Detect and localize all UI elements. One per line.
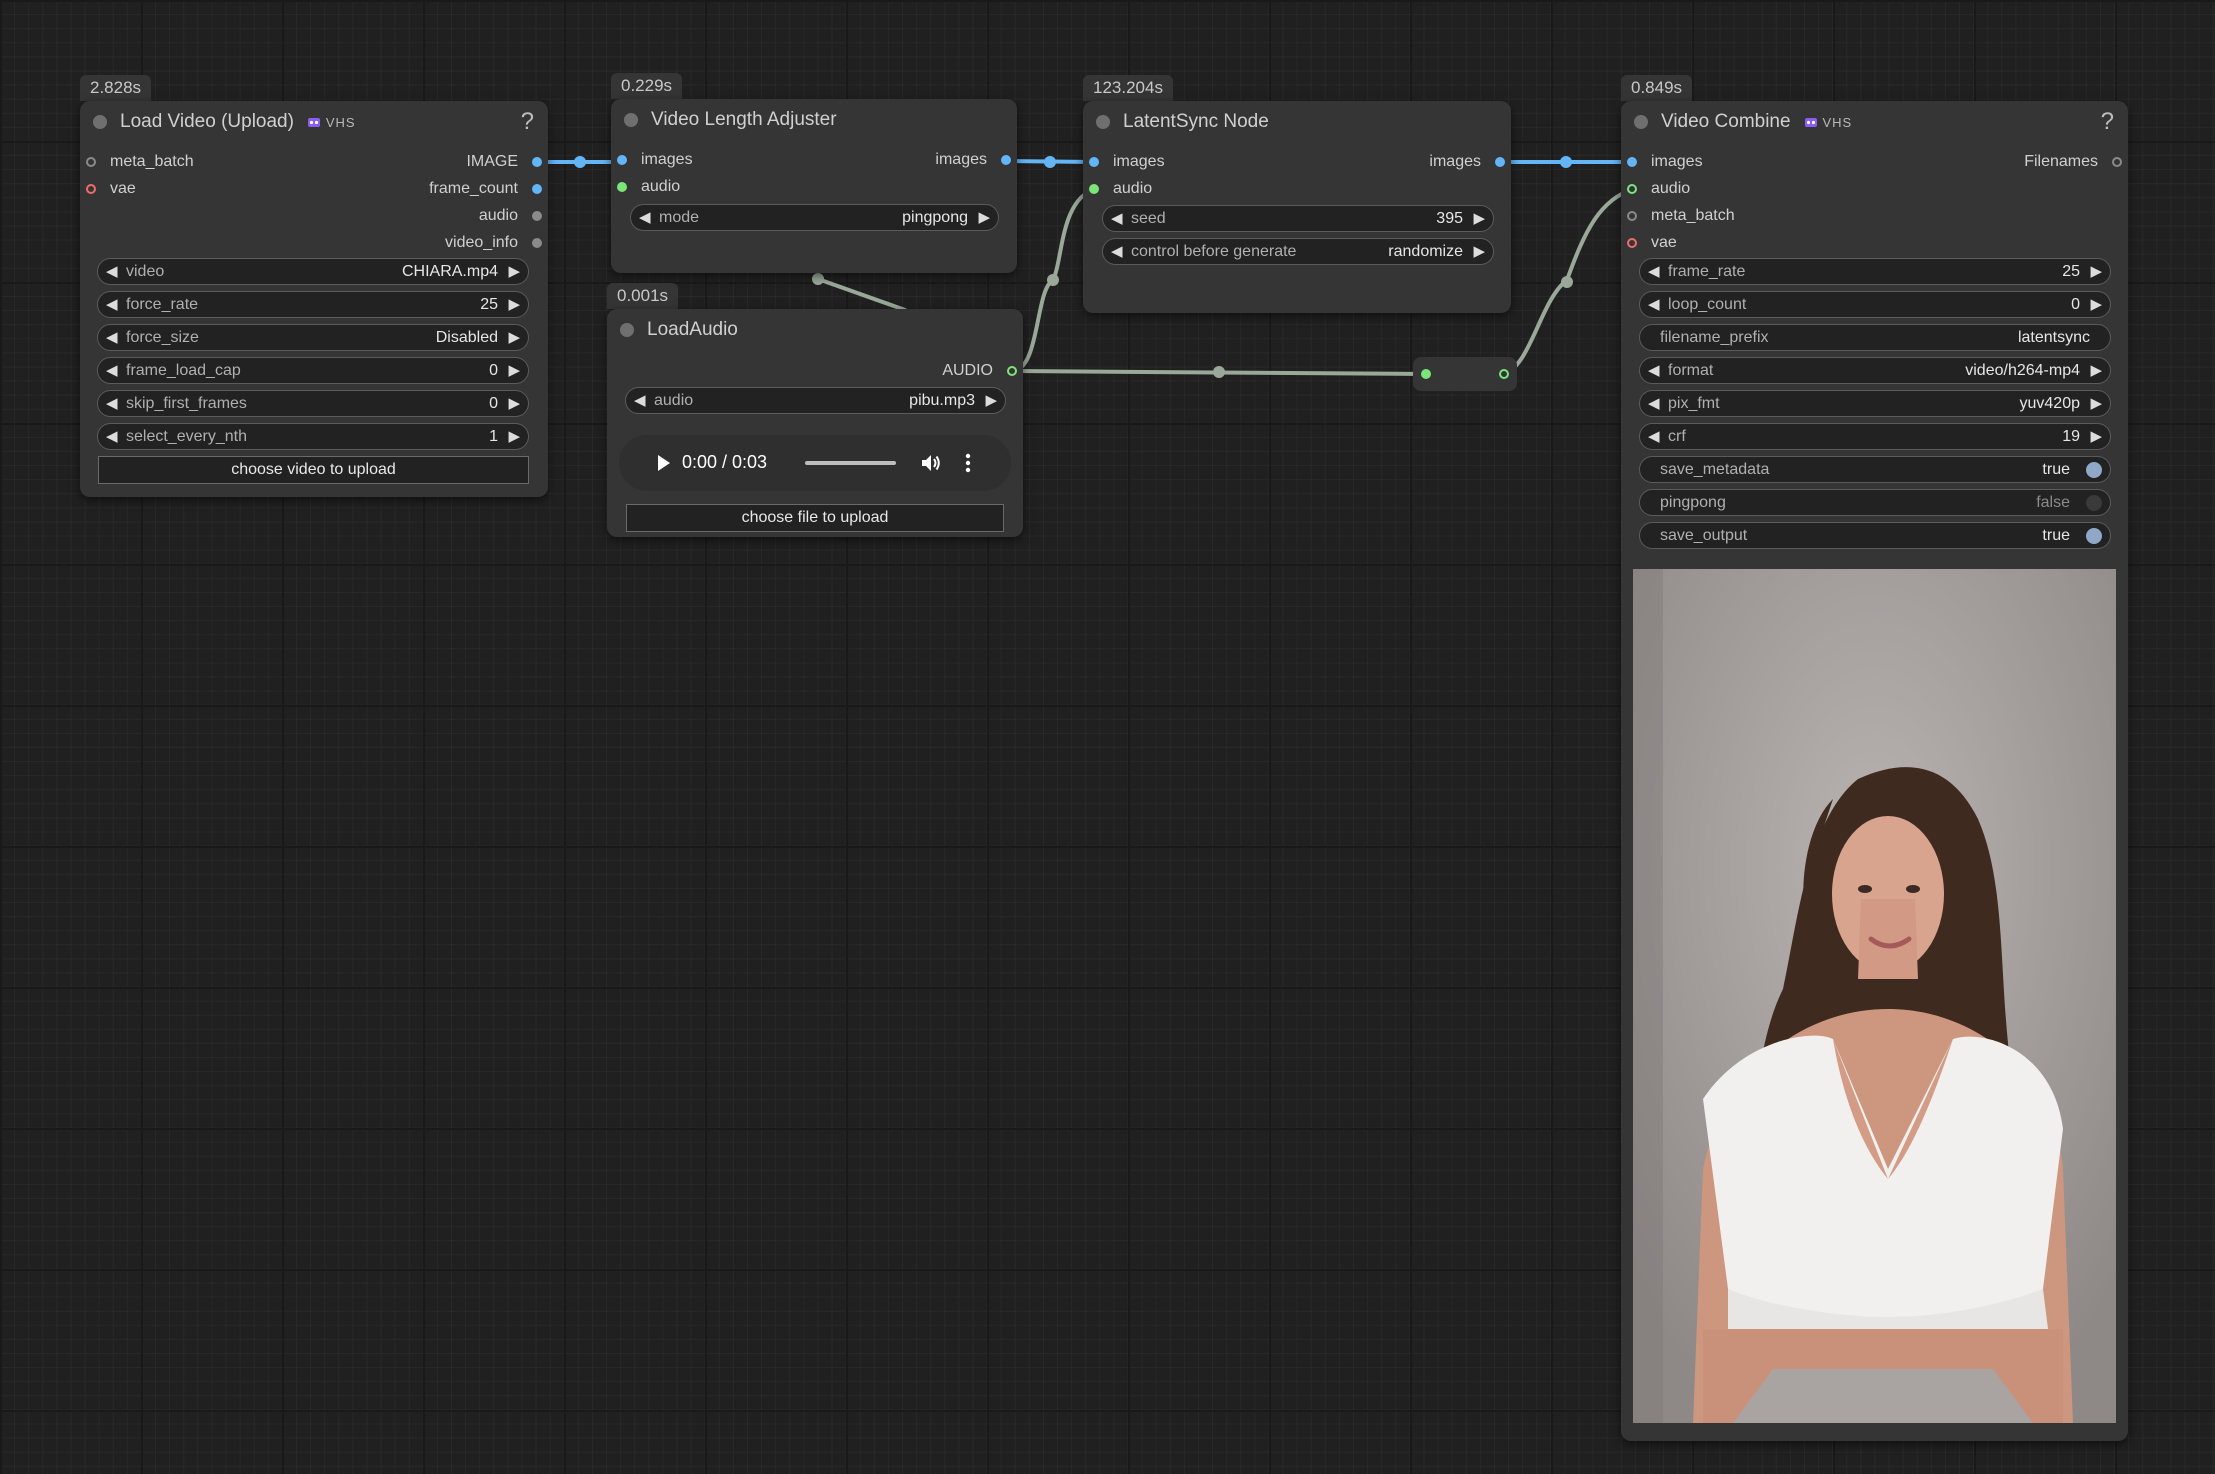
widget-save-output-toggle[interactable]: save_output true [1639,522,2111,549]
collapse-dot-icon[interactable] [620,323,634,337]
vhs-badge-icon: VHS [307,115,355,130]
collapse-dot-icon[interactable] [1096,115,1110,129]
input-vae[interactable]: vae [1627,233,1677,253]
link-audio-adjuster-stub [816,277,907,312]
loadaudio-title-bar[interactable]: LoadAudio [607,309,1023,351]
latentsync-title-bar[interactable]: LatentSync Node [1083,101,1511,143]
audio-reroute-node[interactable] [1413,357,1517,391]
link-midpoint [1560,156,1572,168]
load-video-title-bar[interactable]: Load Video (Upload) VHS ? [80,101,548,143]
help-icon[interactable]: ? [2101,101,2114,143]
input-images[interactable]: images [617,150,693,170]
combine-exec-time: 0.849s [1621,75,1693,101]
widget-skip-first-frames[interactable]: ◀ skip_first_frames 0 ▶ [97,390,529,417]
audio-time: 0:00 / 0:03 [682,452,768,472]
widget-crf[interactable]: ◀ crf 19 ▶ [1639,423,2111,450]
loadaudio-title: LoadAudio [647,319,738,340]
latentsync-title: LatentSync Node [1123,111,1269,132]
input-images[interactable]: images [1089,152,1165,172]
input-audio[interactable]: audio [1089,179,1152,199]
widget-loop-count[interactable]: ◀ loop_count 0 ▶ [1639,291,2111,318]
widget-audio-file[interactable]: ◀ audio pibu.mp3 ▶ [625,387,1006,414]
widget-pingpong-toggle[interactable]: pingpong false [1639,489,2111,516]
load-video-exec-time: 2.828s [80,75,152,101]
audio-player[interactable]: 0:00 / 0:03 [619,435,1011,491]
combine-title: Video Combine [1661,111,1791,132]
input-meta-batch[interactable]: meta_batch [1627,206,1735,226]
input-audio[interactable]: audio [1627,179,1690,199]
adjuster-exec-time: 0.229s [611,73,683,99]
video-preview[interactable] [1633,569,2116,1423]
play-icon[interactable] [656,453,672,478]
link-midpoint [812,273,824,285]
link-midpoint [574,156,586,168]
collapse-dot-icon[interactable] [624,113,638,127]
input-meta-batch[interactable]: meta_batch [86,152,194,172]
latentsync-node[interactable]: LatentSync Node images audio images ◀ see… [1083,101,1511,313]
input-audio[interactable]: audio [617,177,680,197]
widget-frame-load-cap[interactable]: ◀ frame_load_cap 0 ▶ [97,357,529,384]
widget-frame-rate[interactable]: ◀ frame_rate 25 ▶ [1639,258,2111,285]
output-audio[interactable]: AUDIO [942,361,1017,381]
output-audio[interactable]: audio [479,206,542,226]
link-audio-reroute-combine [1500,187,1635,376]
load-audio-node[interactable]: LoadAudio AUDIO ◀ audio pibu.mp3 ▶ 0:00 / 0… [607,309,1023,537]
input-vae[interactable]: vae [86,179,136,199]
widget-mode[interactable]: ◀ mode pingpong ▶ [630,204,999,231]
reroute-output-dot[interactable] [1499,369,1509,379]
link-midpoint [1561,276,1573,288]
collapse-dot-icon[interactable] [1634,115,1648,129]
widget-filename-prefix[interactable]: filename_prefix latentsync [1639,324,2111,351]
widget-force-size[interactable]: ◀ force_size Disabled ▶ [97,324,529,351]
more-options-icon[interactable] [965,452,971,479]
widget-seed[interactable]: ◀ seed 395 ▶ [1102,205,1494,232]
video-length-adjuster-node[interactable]: Video Length Adjuster images audio image… [611,99,1017,273]
widget-format[interactable]: ◀ format video/h264-mp4 ▶ [1639,357,2111,384]
widget-force-rate[interactable]: ◀ force_rate 25 ▶ [97,291,529,318]
output-image[interactable]: IMAGE [466,152,542,172]
widget-select-every-nth[interactable]: ◀ select_every_nth 1 ▶ [97,423,529,450]
loadaudio-exec-time: 0.001s [607,283,679,309]
output-video-info[interactable]: video_info [445,233,542,253]
widget-save-metadata-toggle[interactable]: save_metadata true [1639,456,2111,483]
widget-pix-fmt[interactable]: ◀ pix_fmt yuv420p ▶ [1639,390,2111,417]
link-midpoint [1044,156,1056,168]
widget-video[interactable]: ◀ video CHIARA.mp4 ▶ [97,258,529,285]
audio-progress-slider[interactable] [805,461,896,465]
help-icon[interactable]: ? [521,101,534,143]
vhs-tag: VHS [1822,115,1853,130]
output-images[interactable]: images [935,150,1011,170]
output-frame-count[interactable]: frame_count [429,179,542,199]
link-audio-loadaudio-reroute [1010,369,1428,376]
collapse-dot-icon[interactable] [93,115,107,129]
link-image-adjuster-latentsync [1003,159,1097,164]
load-video-title: Load Video (Upload) [120,111,294,132]
widget-control-before-generate[interactable]: ◀ control before generate randomize ▶ [1102,238,1494,265]
output-filenames[interactable]: Filenames [2024,152,2122,172]
reroute-input-dot[interactable] [1421,369,1431,379]
preview-figure [1633,569,2116,1423]
vhs-badge-icon: VHS [1804,115,1852,130]
adjuster-title-bar[interactable]: Video Length Adjuster [611,99,1017,141]
vhs-tag: VHS [325,115,356,130]
volume-icon[interactable] [920,452,942,479]
combine-title-bar[interactable]: Video Combine VHS ? [1621,101,2128,143]
link-midpoint [1213,366,1225,378]
choose-file-upload-button[interactable]: choose file to upload [626,504,1004,532]
choose-video-upload-button[interactable]: choose video to upload [98,456,529,484]
latentsync-exec-time: 123.204s [1083,75,1173,101]
link-midpoint [1047,274,1059,286]
load-video-node[interactable]: Load Video (Upload) VHS ? meta_batch vae… [80,101,548,497]
adjuster-title: Video Length Adjuster [651,109,837,130]
input-images[interactable]: images [1627,152,1703,172]
output-images[interactable]: images [1429,152,1505,172]
